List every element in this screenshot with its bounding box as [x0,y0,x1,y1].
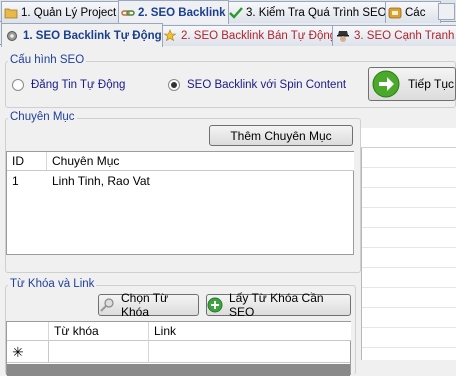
table-row[interactable]: 1 Linh Tinh, Rao Vat [7,171,353,191]
tab-label: 3. SEO Cạnh Tranh [354,30,455,42]
star-icon [163,29,177,42]
fetch-keyword-button[interactable]: Lấy Từ Khóa Cần SEO [206,291,351,319]
fetch-keyword-label: Lấy Từ Khóa Cần SEO [229,291,324,319]
checkmark-icon [229,6,243,19]
keyword-table[interactable]: Từ khóa Link ✳ [6,321,351,376]
tab-scroll-button[interactable] [438,3,455,20]
cell-category-name: Linh Tinh, Rao Vat [52,174,150,188]
category-table[interactable]: ID Chuyên Mục 1 Linh Tinh, Rao Vat [6,151,354,255]
spy-icon [337,31,349,42]
radio-label: SEO Backlink với Spin Content [187,79,347,91]
tab-label: 2. SEO Backlink Bán Tự Động [181,30,336,42]
gear-icon [7,30,17,41]
tab-seo-progress[interactable]: 3. Kiểm Tra Quá Trình SEO [226,1,388,23]
link-icon [121,9,135,16]
choose-keyword-button[interactable]: Chọn Từ Khóa [98,291,199,319]
new-row[interactable]: ✳ [7,341,350,363]
tab-competitive-seo[interactable]: 3. SEO Cạnh Tranh [332,25,456,46]
add-category-button[interactable]: Thêm Chuyên Mục [209,125,353,146]
tab-label: 1. SEO Backlink Tự Động [23,29,162,42]
tab-seo-backlink[interactable]: 2. SEO Backlink [118,0,229,24]
cell-link[interactable] [149,341,350,363]
choose-keyword-label: Chọn Từ Khóa [121,291,169,319]
tab-label: 3. Kiểm Tra Quá Trình SEO [246,6,387,19]
radio-auto-post[interactable]: Đăng Tin Tự Động [12,79,125,91]
radio-button-selected[interactable] [168,79,180,91]
keyword-link-legend: Từ Khóa và Link [8,278,97,290]
tab-label: Các [405,6,426,19]
column-header-category[interactable]: Chuyên Mục [47,152,354,171]
radio-spin-content[interactable]: SEO Backlink với Spin Content [168,79,346,91]
column-header-id[interactable]: ID [7,152,47,171]
cell-keyword[interactable] [49,341,149,363]
continue-label: Tiếp Tục [408,77,455,91]
add-category-label: Thêm Chuyên Mục [230,128,332,143]
tab-auto-backlink[interactable]: 1. SEO Backlink Tự Động [1,23,163,47]
tab-project-management[interactable]: 1. Quản Lý Project [1,1,121,23]
seo-config-legend: Cấu hình SEO [8,54,87,66]
column-header-link[interactable]: Link [149,322,351,341]
cell-id: 1 [12,174,19,188]
category-legend: Chuyên Mục [8,111,77,123]
arrow-right-icon [372,70,400,98]
right-data-panel [361,128,456,360]
add-icon [207,297,223,313]
sub-tab-strip: 1. SEO Backlink Tự Động 2. SEO Backlink … [0,23,456,47]
tab-label: 1. Quản Lý Project [21,6,117,19]
row-header-corner [7,322,49,341]
main-tab-strip: 1. Quản Lý Project 2. SEO Backlink 3. Ki… [0,0,456,24]
tab-label: 2. SEO Backlink [138,6,226,19]
radio-button[interactable] [12,79,24,91]
search-key-icon [100,298,114,312]
folder-icon [4,8,18,18]
table-empty-area [7,364,350,376]
radio-label: Đăng Tin Tự Động [31,79,126,91]
right-panel-header [361,128,456,148]
column-header-keyword[interactable]: Từ khóa [49,322,149,341]
tab-semi-auto-backlink[interactable]: 2. SEO Backlink Bán Tự Động [159,25,336,46]
continue-button[interactable]: Tiếp Tục [368,67,456,101]
new-row-marker: ✳ [7,341,49,363]
tab-other[interactable]: Các [385,1,441,23]
tools-icon [388,7,402,18]
